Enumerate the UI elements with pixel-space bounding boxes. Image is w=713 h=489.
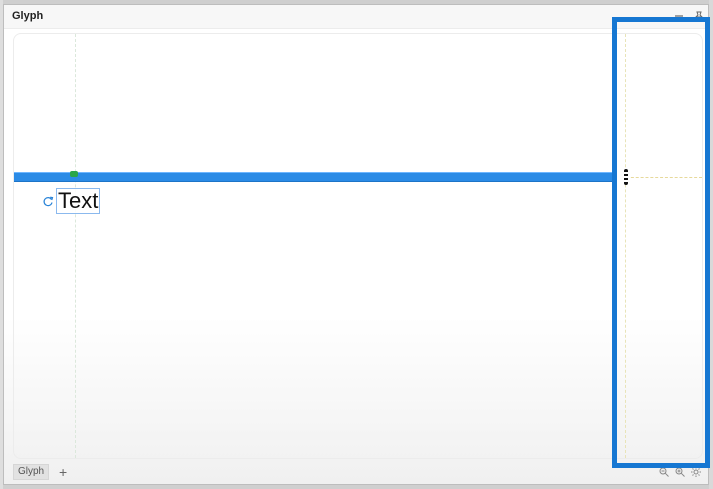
selected-bar[interactable]	[14, 172, 617, 182]
titlebar-actions	[672, 7, 706, 25]
left-guide-line	[75, 34, 76, 458]
window-title: Glyph	[12, 10, 44, 22]
right-guide-line	[625, 34, 626, 458]
bottom-right-controls	[658, 463, 702, 481]
tab-glyph[interactable]: Glyph	[13, 464, 50, 480]
window-titlebar: Glyph	[4, 5, 708, 29]
glyph-canvas[interactable]: Text	[13, 33, 703, 459]
minimize-icon[interactable]	[672, 9, 686, 23]
rotate-icon[interactable]	[42, 195, 54, 207]
zoom-in-icon[interactable]	[674, 466, 686, 478]
right-edge	[709, 0, 713, 489]
resize-handle-icon[interactable]	[618, 167, 634, 187]
glyph-window: Glyph Text Glyph +	[3, 4, 709, 485]
add-icon[interactable]: +	[57, 465, 69, 479]
settings-icon[interactable]	[690, 466, 702, 478]
text-glyph-group: Text	[42, 187, 101, 215]
text-glyph[interactable]: Text	[56, 188, 101, 214]
zoom-out-icon[interactable]	[658, 466, 670, 478]
bar-anchor-handle[interactable]	[70, 171, 78, 177]
app-shell: Glyph Text Glyph +	[0, 0, 713, 489]
pin-icon[interactable]	[692, 9, 706, 23]
horizontal-guide-line	[626, 177, 702, 178]
bottom-tab-bar: Glyph +	[13, 463, 69, 481]
